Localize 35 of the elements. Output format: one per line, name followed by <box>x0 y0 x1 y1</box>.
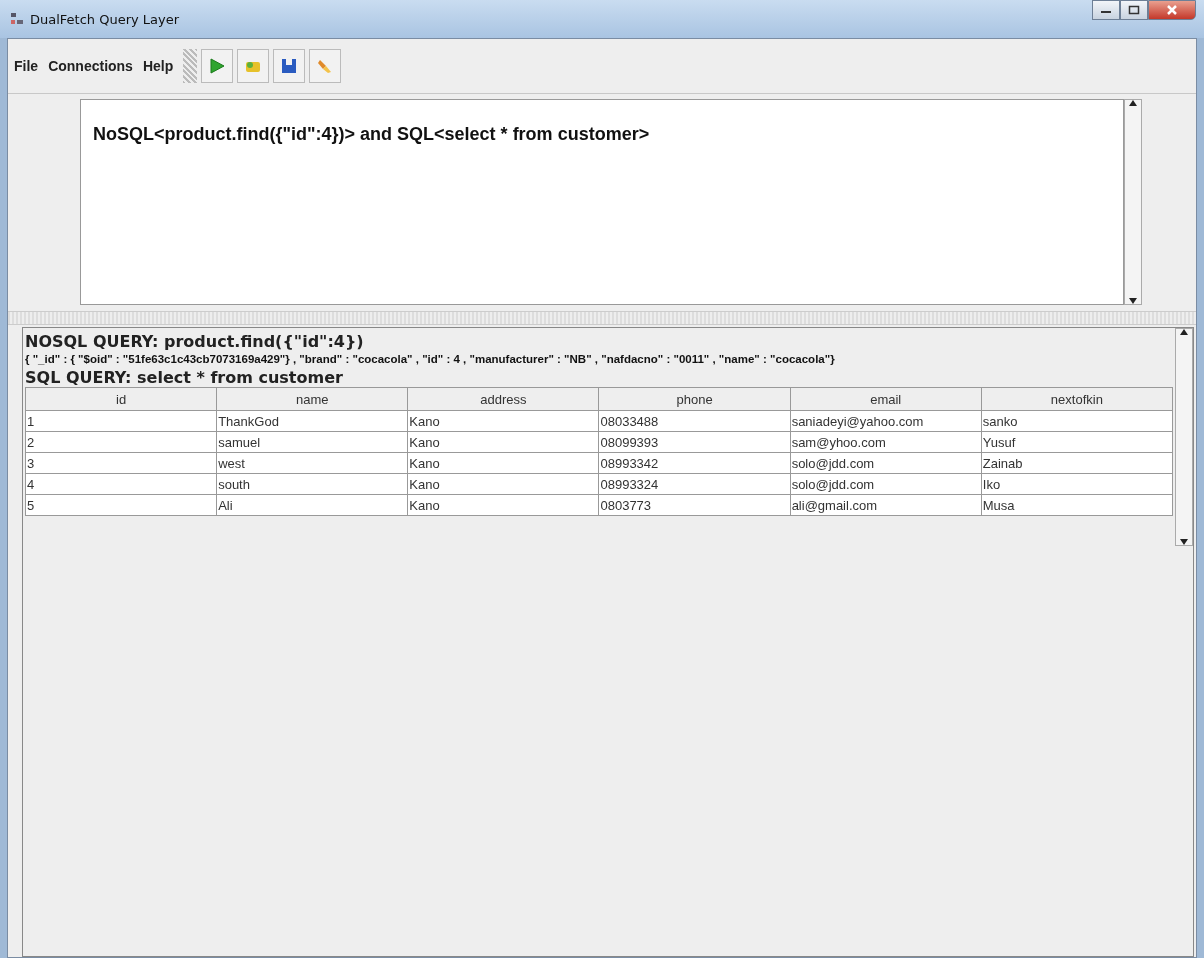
scroll-up-icon[interactable] <box>1129 100 1137 106</box>
query-input-field[interactable]: NoSQL<product.find({"id":4})> and SQL<select * from customer> <box>80 99 1124 305</box>
column-header[interactable]: address <box>407 387 599 411</box>
nosql-result-text: { "_id" : { "$oid" : "51fe63c1c43cb7073169a429"} , "brand" : "cocacola" , "id" : 4 , "manufacturer" : "NB" , "nafdacno" : "0011" , "name" : "cocacola"} <box>25 353 836 365</box>
maximize-icon <box>1128 5 1140 15</box>
toolbar-grip <box>183 49 198 83</box>
column-header[interactable]: phone <box>598 387 791 411</box>
table-cell: 3 <box>25 452 217 474</box>
save-button[interactable] <box>273 49 306 83</box>
menu-item[interactable]: Connections <box>48 58 133 74</box>
table-cell: 4 <box>25 473 217 495</box>
scrollbar[interactable] <box>1124 99 1142 305</box>
window-title: DualFetch Query Layer <box>30 11 180 27</box>
table-cell: 5 <box>25 494 217 516</box>
play-icon <box>208 57 227 75</box>
run-button[interactable] <box>201 49 234 83</box>
column-header[interactable]: name <box>216 387 408 411</box>
column-header[interactable]: email <box>790 387 982 411</box>
scroll-down-icon[interactable] <box>1180 539 1188 545</box>
column-header[interactable]: id <box>25 387 217 411</box>
table-cell: 1 <box>25 410 217 432</box>
close-icon <box>1165 4 1179 16</box>
nosql-query-heading: NOSQL QUERY: product.find({"id":4}) <box>25 332 365 351</box>
close-button[interactable] <box>1148 0 1196 20</box>
scroll-down-icon[interactable] <box>1129 298 1137 304</box>
table-cell: 2 <box>25 431 217 453</box>
menu-item[interactable]: Help <box>142 58 174 74</box>
maximize-button[interactable] <box>1120 0 1148 20</box>
sql-query-heading: SQL QUERY: select * from customer <box>25 368 344 387</box>
column-header[interactable]: nextofkin <box>981 387 1173 411</box>
minimize-button[interactable] <box>1092 0 1120 20</box>
menu-item[interactable]: File <box>14 58 39 74</box>
scrollbar[interactable] <box>1175 328 1193 546</box>
scroll-up-icon[interactable] <box>1180 329 1188 335</box>
app-logo-icon <box>10 12 24 26</box>
